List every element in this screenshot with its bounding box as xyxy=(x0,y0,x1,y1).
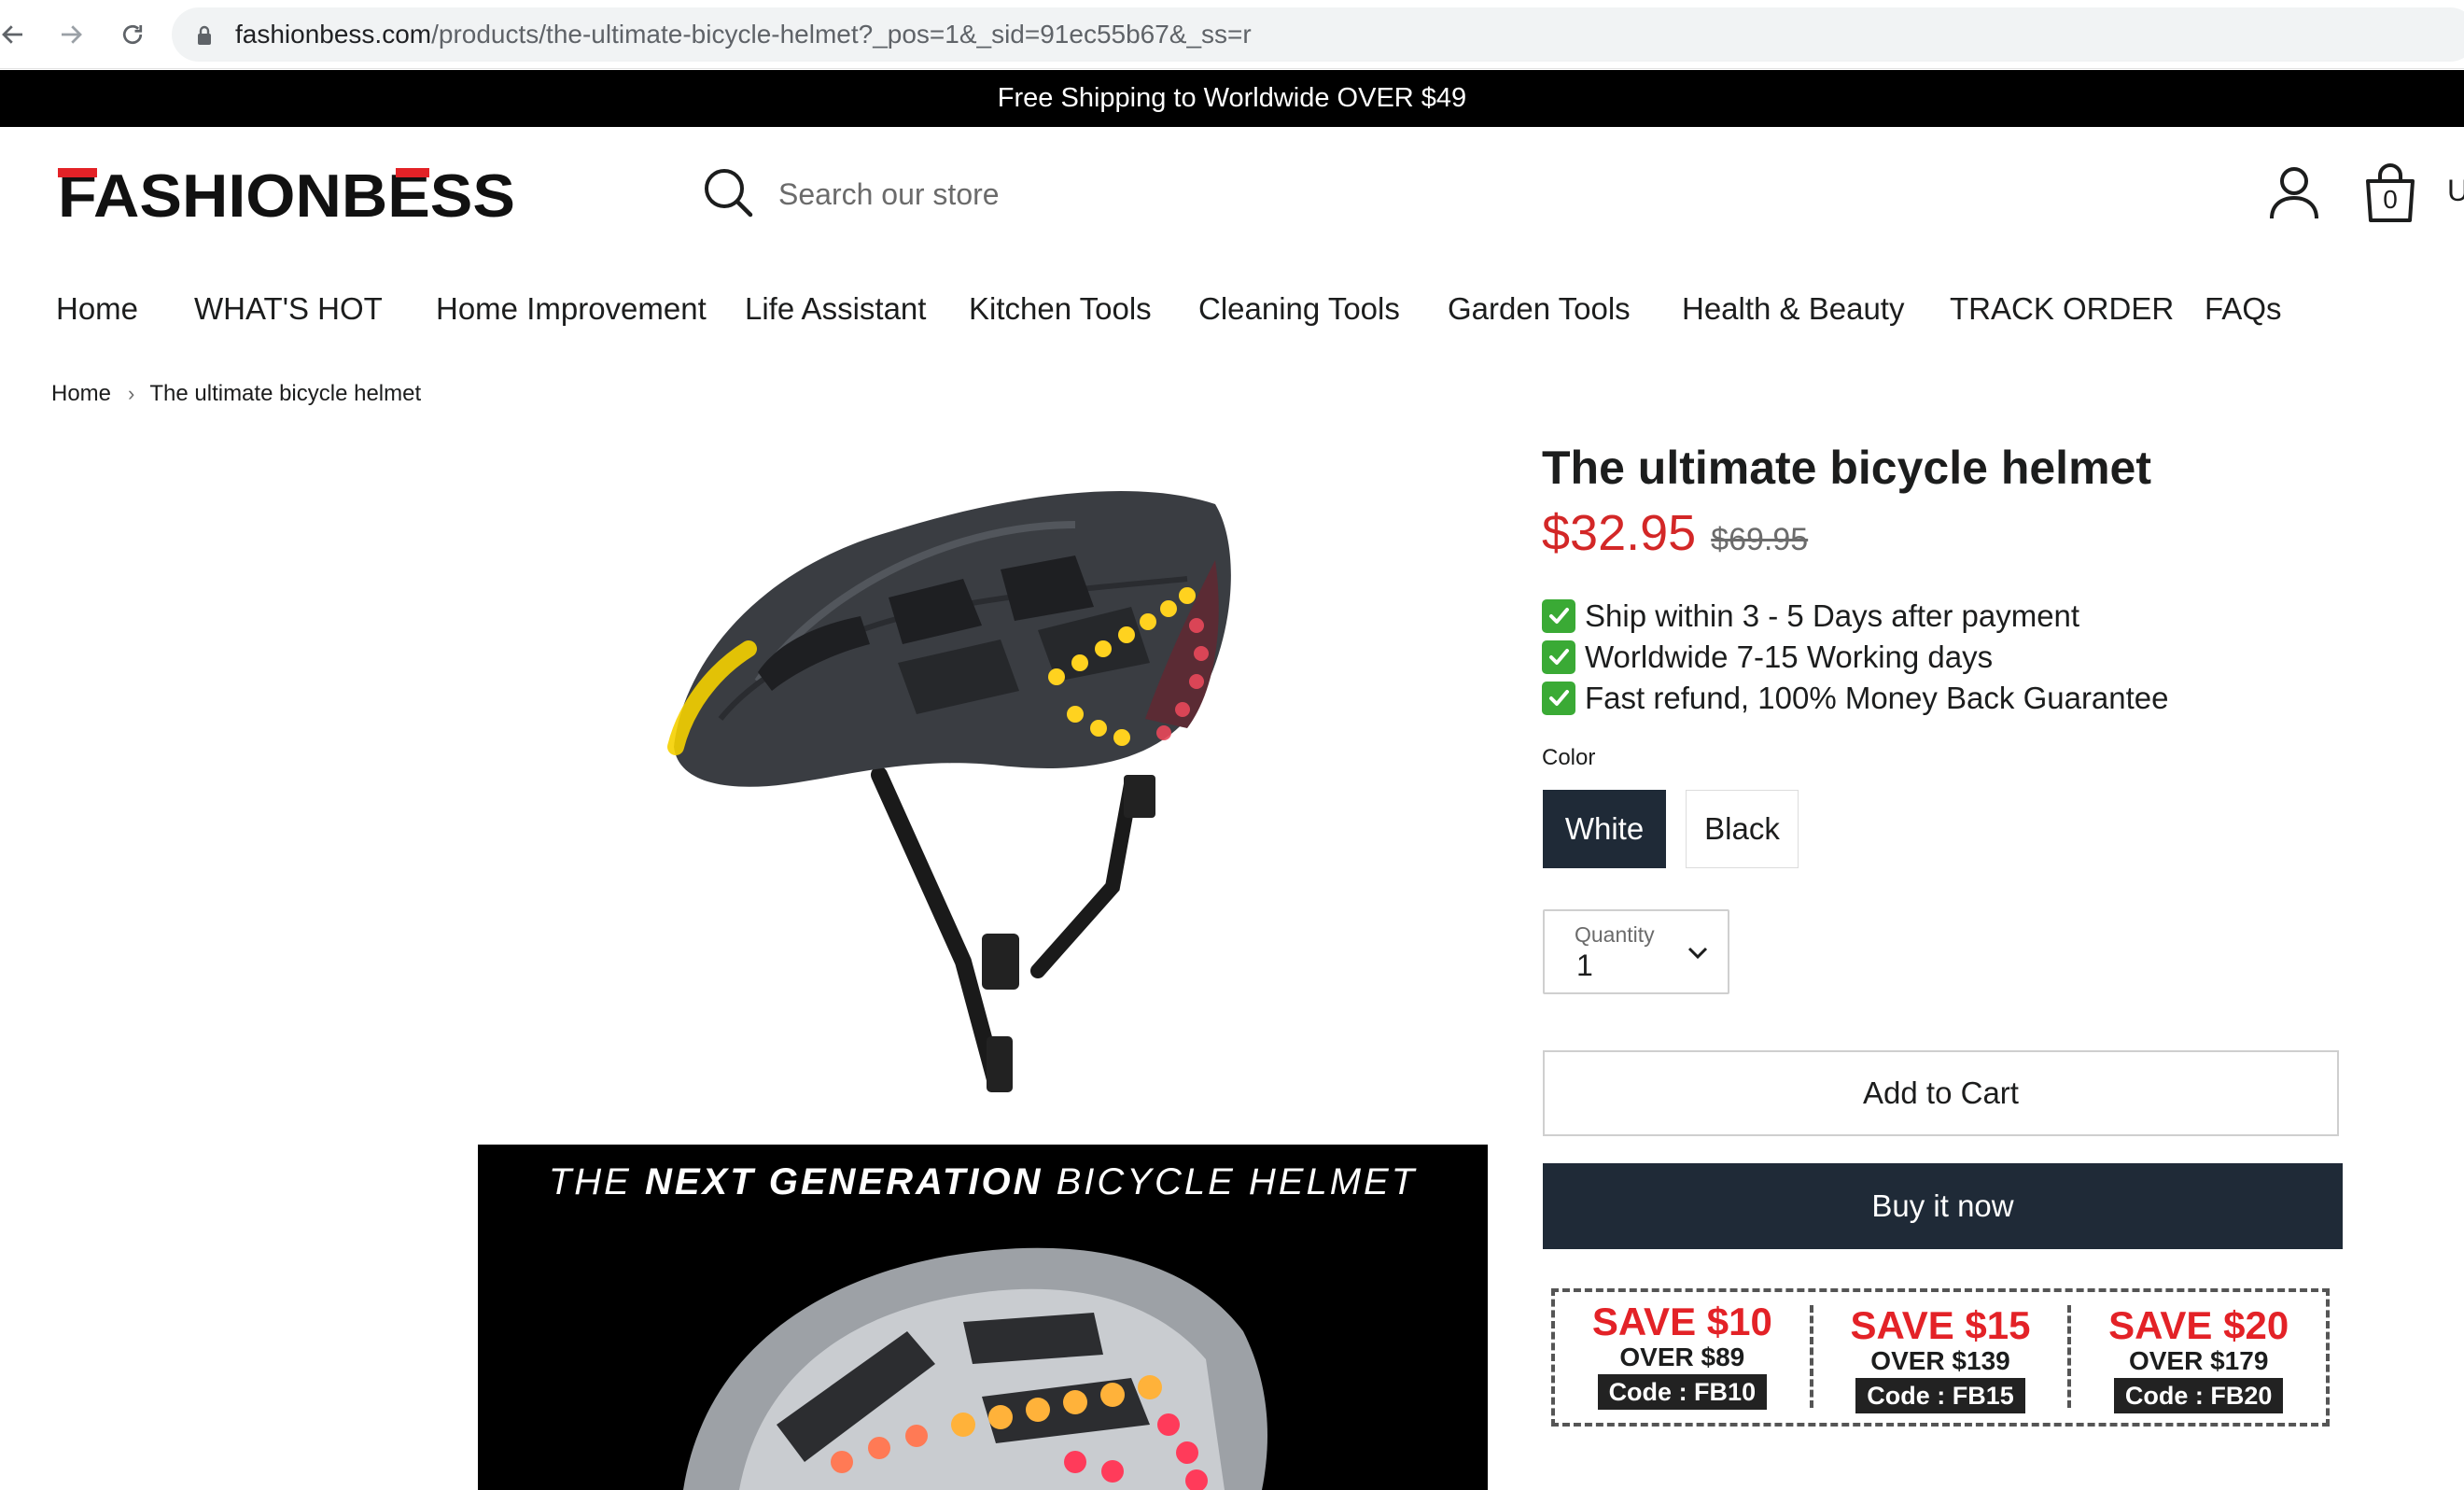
breadcrumb-current: The ultimate bicycle helmet xyxy=(149,381,422,406)
benefit-item: Fast refund, 100% Money Back Guarantee xyxy=(1542,678,2169,719)
nav-health-beauty[interactable]: Health & Beauty xyxy=(1682,280,1904,338)
url-path: /products/the-ultimate-bicycle-helmet?_p… xyxy=(431,20,1252,49)
price-row: $32.95 $69.95 xyxy=(1542,504,1808,562)
search-input[interactable] xyxy=(778,168,1712,220)
coupon-item: SAVE $15 OVER $139 Code : FB15 xyxy=(1809,1303,2068,1413)
benefit-text: Fast refund, 100% Money Back Guarantee xyxy=(1585,681,2169,715)
coupon-save: SAVE $15 xyxy=(1850,1303,2031,1347)
nav-kitchen-tools[interactable]: Kitchen Tools xyxy=(969,280,1152,338)
back-button[interactable] xyxy=(0,16,32,53)
checkmark-icon xyxy=(1542,599,1575,633)
quantity-select[interactable]: Quantity 1 xyxy=(1543,909,1729,994)
announcement-text: Free Shipping to Worldwide OVER $49 xyxy=(997,83,1467,113)
quantity-value: 1 xyxy=(1576,949,1593,982)
address-bar[interactable]: fashionbess.com/products/the-ultimate-bi… xyxy=(172,7,2464,62)
header-edge-text: U xyxy=(2447,174,2464,207)
product-title: The ultimate bicycle helmet xyxy=(1542,442,2151,494)
announcement-bar: Free Shipping to Worldwide OVER $49 xyxy=(0,70,2464,127)
coupon-code: Code : FB10 xyxy=(1597,1374,1768,1410)
coupon-save: SAVE $10 xyxy=(1591,1300,1772,1343)
color-label: Color xyxy=(1542,745,1596,770)
nav-faqs[interactable]: FAQs xyxy=(2205,280,2282,338)
nav-home-improvement[interactable]: Home Improvement xyxy=(436,280,707,338)
nav-home[interactable]: Home xyxy=(56,280,138,338)
buy-now-button[interactable]: Buy it now xyxy=(1543,1163,2343,1249)
coupon-code: Code : FB20 xyxy=(2113,1378,2284,1413)
nav-whats-hot[interactable]: WHAT'S HOT xyxy=(194,280,383,338)
nav-track-order[interactable]: TRACK ORDER xyxy=(1950,280,2174,338)
nav-cleaning-tools[interactable]: Cleaning Tools xyxy=(1198,280,1400,338)
checkmark-icon xyxy=(1542,682,1575,715)
product-image-main[interactable] xyxy=(478,439,1488,1111)
color-option-white[interactable]: White xyxy=(1543,790,1666,868)
chevron-down-icon xyxy=(1687,947,1708,960)
quantity-label: Quantity xyxy=(1575,922,1655,947)
breadcrumb-home[interactable]: Home xyxy=(51,381,111,407)
nav-garden-tools[interactable]: Garden Tools xyxy=(1448,280,1631,338)
benefit-text: Worldwide 7-15 Working days xyxy=(1585,640,1994,674)
benefit-text: Ship within 3 - 5 Days after payment xyxy=(1585,598,2080,633)
coupon-threshold: OVER $89 xyxy=(1619,1342,1745,1371)
store-logo-wordmark: FASHIONBESS xyxy=(58,162,515,230)
sale-price: $32.95 xyxy=(1542,505,1697,561)
reload-icon xyxy=(122,24,143,45)
product-image-banner[interactable]: THE NEXT GENERATION BICYCLE HELMET xyxy=(478,1145,1488,1490)
svg-text:FASHIONBESS: FASHIONBESS xyxy=(58,164,515,224)
reload-button[interactable] xyxy=(114,16,151,53)
checkmark-icon xyxy=(1542,640,1575,674)
account-icon[interactable] xyxy=(2268,164,2320,222)
coupon-box: SAVE $10 OVER $89 Code : FB10 SAVE $15 O… xyxy=(1551,1288,2330,1427)
coupon-item: SAVE $20 OVER $179 Code : FB20 xyxy=(2067,1303,2326,1413)
cart-count: 0 xyxy=(2383,185,2398,214)
coupon-code: Code : FB15 xyxy=(1855,1378,2025,1413)
url-host: fashionbess.com xyxy=(235,20,432,49)
helmet-image xyxy=(667,490,1231,1092)
color-option-black[interactable]: Black xyxy=(1686,790,1799,868)
store-logo[interactable]: FASHIONBESS xyxy=(58,162,525,230)
lock-icon xyxy=(198,25,211,45)
url-text: fashionbess.com/products/the-ultimate-bi… xyxy=(235,20,1252,49)
add-to-cart-button[interactable]: Add to Cart xyxy=(1543,1050,2339,1136)
nav-life-assistant[interactable]: Life Assistant xyxy=(745,280,926,338)
search-icon[interactable] xyxy=(702,166,754,218)
chevron-right-icon: › xyxy=(128,382,135,405)
benefit-item: Worldwide 7-15 Working days xyxy=(1542,637,2169,678)
arrow-right-icon xyxy=(62,25,82,44)
coupon-threshold: OVER $139 xyxy=(1870,1346,2010,1375)
silver-helmet-image xyxy=(683,1247,1267,1490)
benefit-item: Ship within 3 - 5 Days after payment xyxy=(1542,596,2169,637)
coupon-threshold: OVER $179 xyxy=(2128,1346,2269,1375)
forward-button[interactable] xyxy=(52,16,90,53)
coupon-save: SAVE $20 xyxy=(2108,1303,2289,1347)
browser-toolbar: fashionbess.com/products/the-ultimate-bi… xyxy=(0,0,2464,69)
breadcrumb: Home › The ultimate bicycle helmet xyxy=(51,381,421,407)
compare-price: $69.95 xyxy=(1711,522,1809,557)
arrow-left-icon xyxy=(2,25,22,44)
coupon-item: SAVE $10 OVER $89 Code : FB10 xyxy=(1555,1292,1810,1423)
benefits-list: Ship within 3 - 5 Days after payment Wor… xyxy=(1542,596,2169,719)
